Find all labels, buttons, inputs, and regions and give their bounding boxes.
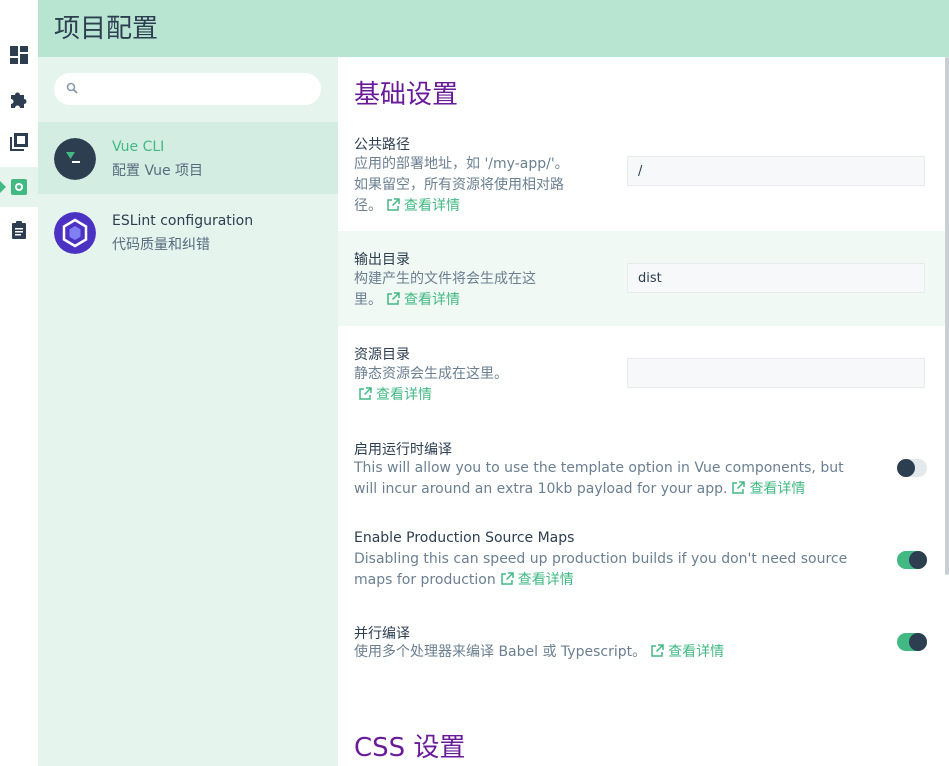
- page-title: 项目配置: [54, 14, 159, 44]
- output-dir-field[interactable]: [627, 263, 928, 293]
- prompt-label: 输出目录: [354, 252, 410, 268]
- prompt-parallel: 并行编译 使用多个处理器来编译 Babel 或 Typescript。 查看详情: [338, 613, 946, 673]
- puzzle-icon: [11, 92, 27, 108]
- search-input[interactable]: [88, 77, 312, 103]
- prompt-assets-dir: 资源目录 静态资源会生成在这里。 查看详情: [338, 326, 946, 416]
- plugin-name: ESLint configuration: [112, 213, 254, 229]
- dashboard-icon: [10, 46, 28, 64]
- plugin-list-pane: Vue CLI 配置 Vue 项目 ESLint configuration 代…: [38, 57, 338, 766]
- search-box[interactable]: [54, 73, 321, 105]
- section-title-basic: 基础设置: [354, 80, 459, 110]
- more-info-link[interactable]: 查看详情: [646, 644, 724, 660]
- prompt-label: 并行编译: [354, 626, 410, 642]
- more-info-link[interactable]: 查看详情: [382, 292, 460, 308]
- more-info-link[interactable]: 查看详情: [354, 387, 432, 403]
- more-info-link[interactable]: 查看详情: [382, 198, 460, 214]
- library-icon: [10, 133, 28, 151]
- external-link-icon: [387, 198, 400, 211]
- external-link-icon: [500, 572, 514, 585]
- runtime-compiler-toggle[interactable]: [897, 459, 927, 477]
- rail-plugins-button[interactable]: [0, 79, 38, 119]
- parallel-toggle[interactable]: [897, 633, 927, 651]
- external-link-icon: [387, 292, 400, 305]
- public-path-field[interactable]: [627, 156, 928, 186]
- rail-dashboard-button[interactable]: [0, 35, 38, 75]
- prompt-description: This will allow you to use the template …: [354, 460, 844, 497]
- prompt-output-dir: 输出目录 构建产生的文件将会生成在这 里。 查看详情: [338, 231, 946, 326]
- plugin-name: Vue CLI: [112, 139, 165, 155]
- prompt-description: 构建产生的文件将会生成在这 里。 查看详情: [354, 271, 536, 308]
- prompt-description: 静态资源会生成在这里。 查看详情: [354, 366, 508, 403]
- rail-tasks-button[interactable]: [0, 210, 38, 250]
- eslint-logo-icon: [54, 212, 96, 254]
- prompt-label: 公共路径: [354, 137, 410, 153]
- toggle-knob: [897, 459, 915, 477]
- rail-configuration-button[interactable]: [0, 167, 38, 207]
- content-scrollbar[interactable]: [945, 57, 949, 575]
- icon-rail: [0, 0, 38, 766]
- prompt-description: 使用多个处理器来编译 Babel 或 Typescript。 查看详情: [354, 644, 725, 660]
- prompt-public-path: 公共路径 应用的部署地址，如 '/my-app/'。 如果留空，所有资源将使用相…: [338, 127, 946, 227]
- more-info-link[interactable]: 查看详情: [727, 481, 805, 497]
- prompt-label: Enable Production Source Maps: [354, 530, 575, 546]
- toggle-knob: [909, 633, 927, 651]
- prompt-description: 应用的部署地址，如 '/my-app/'。 如果留空，所有资源将使用相对路 径。…: [354, 156, 569, 214]
- vue-cli-logo-icon: [54, 138, 96, 180]
- plugin-item-vue-cli[interactable]: Vue CLI 配置 Vue 项目: [38, 122, 338, 194]
- section-title-css: CSS 设置: [354, 733, 466, 763]
- prompt-label: 资源目录: [354, 347, 410, 363]
- external-link-icon: [359, 387, 372, 400]
- page-header: 项目配置: [38, 0, 949, 57]
- source-maps-toggle[interactable]: [897, 551, 927, 569]
- more-info-link[interactable]: 查看详情: [496, 572, 574, 588]
- plugin-description: 代码质量和纠错: [112, 237, 210, 253]
- prompt-source-maps: Enable Production Source Maps Disabling …: [338, 520, 946, 600]
- rail-dependencies-button[interactable]: [0, 122, 38, 162]
- search-icon: [66, 82, 78, 94]
- output-dir-input[interactable]: [628, 264, 928, 292]
- settings-icon: [11, 179, 27, 195]
- clipboard-icon: [12, 221, 26, 239]
- toggle-knob: [909, 551, 927, 569]
- public-path-input[interactable]: [628, 157, 928, 185]
- config-content: 基础设置 公共路径 应用的部署地址，如 '/my-app/'。 如果留空，所有资…: [338, 57, 946, 766]
- prompt-label: 启用运行时编译: [354, 442, 452, 458]
- active-marker: [0, 181, 6, 193]
- assets-dir-input[interactable]: [628, 359, 928, 387]
- assets-dir-field[interactable]: [627, 358, 928, 388]
- external-link-icon: [732, 481, 746, 494]
- prompt-description: Disabling this can speed up production b…: [354, 551, 848, 588]
- plugin-description: 配置 Vue 项目: [112, 163, 204, 179]
- external-link-icon: [651, 644, 664, 657]
- prompt-runtime-compiler: 启用运行时编译 This will allow you to use the t…: [338, 429, 946, 509]
- plugin-item-eslint[interactable]: ESLint configuration 代码质量和纠错: [38, 196, 338, 268]
